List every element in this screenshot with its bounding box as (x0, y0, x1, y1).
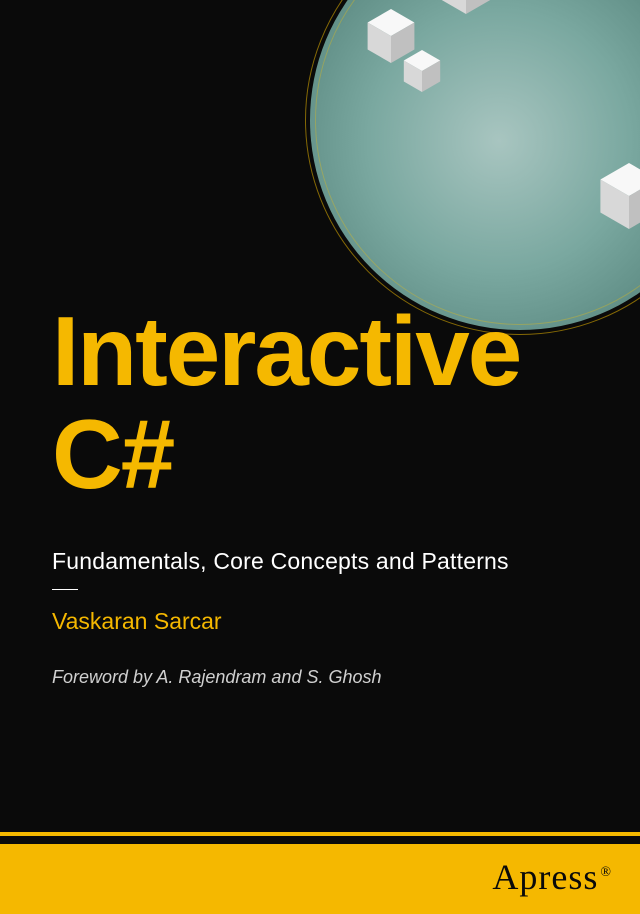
foreword-credit: Foreword by A. Rajendram and S. Ghosh (52, 667, 600, 688)
footer-band: Apress® (0, 814, 640, 914)
title-block: Interactive C# Fundamentals, Core Concep… (52, 300, 600, 688)
registered-mark: ® (600, 865, 612, 880)
divider-rule (52, 589, 78, 590)
accent-stripe-thin (0, 832, 640, 836)
title-line-1: Interactive (52, 296, 520, 406)
book-subtitle: Fundamentals, Core Concepts and Patterns (52, 548, 600, 575)
author-name: Vaskaran Sarcar (52, 608, 600, 635)
publisher-name: Apress (492, 857, 598, 897)
publisher-logo: Apress® (492, 856, 612, 898)
title-line-2: C# (52, 399, 173, 509)
book-title: Interactive C# (52, 300, 600, 506)
